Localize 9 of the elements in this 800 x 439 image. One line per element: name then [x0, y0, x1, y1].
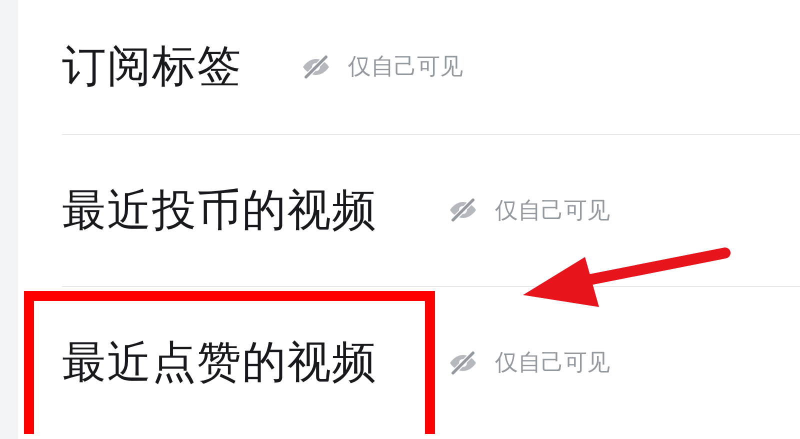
row-title: 订阅标签: [62, 40, 242, 94]
visibility-label: 仅自己可见: [348, 53, 463, 82]
eye-slash-icon: [447, 198, 479, 222]
visibility-label: 仅自己可见: [495, 196, 610, 226]
row-title: 最近投币的视频: [62, 184, 377, 238]
eye-slash-icon: [447, 350, 479, 375]
row-title: 最近点赞的视频: [62, 336, 377, 390]
visibility-label: 仅自己可见: [495, 349, 610, 378]
eye-slash-icon: [300, 54, 332, 79]
